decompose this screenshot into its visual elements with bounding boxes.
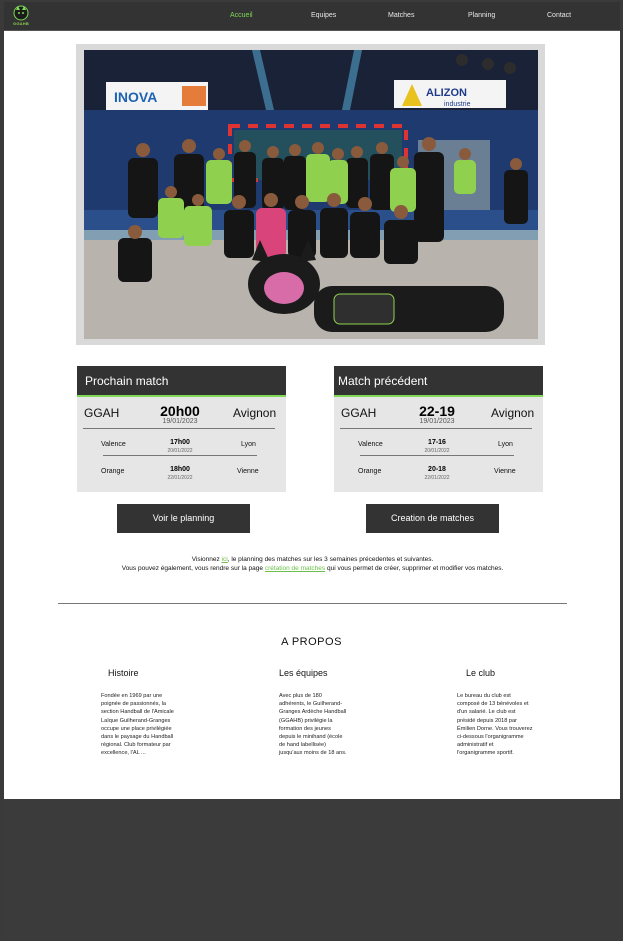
info-line-2-pre: Vous pouvez également, vous rendre sur l… <box>121 565 265 572</box>
next-other-1-date: 20/01/2022 <box>167 448 193 454</box>
next-other-2-time: 18h00 <box>170 466 190 473</box>
prev-match-score: 22-19 <box>419 403 455 419</box>
next-match-divider <box>83 428 275 429</box>
logo-text: GGAHB <box>13 21 29 26</box>
info-line-1: Visionnez ici, le planning des matches s… <box>60 556 565 563</box>
club-logo[interactable]: GGAHB <box>10 4 32 28</box>
info-line-2-post: qui vous permet de créer, supprimer et m… <box>325 565 504 572</box>
about-teams-text: Avec plus de 180 adhérents, le Guilheran… <box>279 693 347 757</box>
prev-other-1-score: 17-16 <box>428 439 446 446</box>
section-divider <box>58 603 567 604</box>
view-planning-button[interactable]: Voir le planning <box>117 504 250 533</box>
prev-match-card: Match précédent GGAH 22-19 19/01/2023 Av… <box>334 366 543 492</box>
nav-link-accueil[interactable]: Accueil <box>230 12 253 19</box>
prev-other-2-away: Vienne <box>494 468 516 475</box>
next-match-date: 19/01/2023 <box>162 418 198 425</box>
prev-match-divider <box>340 428 532 429</box>
prev-match-title: Match précédent <box>334 366 543 396</box>
next-other-1-time: 17h00 <box>170 439 190 446</box>
about-teams-title: Les équipes <box>279 668 328 678</box>
next-match-card: Prochain match GGAH 20h00 19/01/2023 Avi… <box>77 366 286 492</box>
create-matches-link[interactable]: crétation de matches <box>265 565 325 572</box>
about-club-text: Le bureau du club est composé de 13 béné… <box>457 693 533 757</box>
prev-other-2-date: 22/01/2022 <box>424 475 450 481</box>
prev-other-divider <box>360 455 514 456</box>
team-photo: INOVA ALIZON industrie <box>84 50 538 339</box>
about-title: A PROPOS <box>281 636 342 648</box>
prev-other-1-away: Lyon <box>498 441 513 448</box>
next-match-accent-line <box>77 395 286 397</box>
nav-link-planning[interactable]: Planning <box>468 12 495 19</box>
prev-other-1-date: 20/01/2022 <box>424 448 450 454</box>
footer <box>4 799 620 939</box>
prev-other-2-home: Orange <box>358 468 382 475</box>
info-line-2: Vous pouvez également, vous rendre sur l… <box>60 565 565 572</box>
panther-logo-icon <box>13 5 29 21</box>
about-history-text: Fondée en 1969 par une poignée de passio… <box>101 693 174 757</box>
banner-inova: INOVA <box>114 89 157 105</box>
prev-other-2-score: 20-18 <box>428 466 446 473</box>
create-matches-button[interactable]: Creation de matches <box>366 504 499 533</box>
prev-match-away: Avignon <box>491 406 535 420</box>
nav-link-matches[interactable]: Matches <box>388 12 414 19</box>
prev-match-home: GGAH <box>341 406 377 420</box>
next-other-divider <box>103 455 257 456</box>
next-match-title: Prochain match <box>77 366 286 396</box>
banner-alizon: ALIZON <box>426 87 467 99</box>
top-navbar: GGAHB Accueil Equipes Matches Planning C… <box>4 2 620 31</box>
info-line-1-post: , le planning des matches sur les 3 sema… <box>227 556 434 563</box>
nav-link-contact[interactable]: Contact <box>547 12 571 19</box>
prev-other-1-home: Valence <box>358 441 383 448</box>
prev-match-accent-line <box>334 395 543 397</box>
banner-alizon-sub: industrie <box>444 101 471 108</box>
next-match-away: Avignon <box>233 406 277 420</box>
about-history-title: Histoire <box>108 668 139 678</box>
nav-link-equipes[interactable]: Equipes <box>311 12 336 19</box>
next-other-2-away: Vienne <box>237 468 259 475</box>
next-other-2-date: 22/01/2022 <box>167 475 193 481</box>
about-club-title: Le club <box>466 668 496 678</box>
next-match-home: GGAH <box>84 406 120 420</box>
next-other-1-home: Valence <box>101 441 126 448</box>
prev-match-date: 19/01/2023 <box>419 418 455 425</box>
next-other-2-home: Orange <box>101 468 125 475</box>
info-line-1-pre: Visionnez <box>191 556 222 563</box>
next-other-1-away: Lyon <box>241 441 256 448</box>
next-match-time: 20h00 <box>160 403 200 419</box>
